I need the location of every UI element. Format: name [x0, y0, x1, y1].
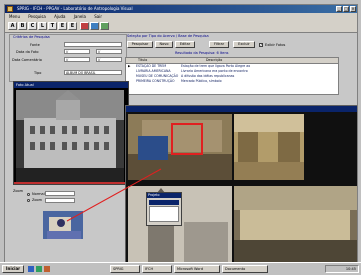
field-label: Fonte	[30, 43, 40, 47]
toolbar-letter-button[interactable]: B	[18, 22, 27, 30]
comment-date-from[interactable]: //	[64, 57, 90, 62]
radio-label: Normal	[32, 192, 45, 196]
taskbar-task[interactable]: IFCH	[142, 265, 172, 273]
field-label: Data da Foto	[16, 50, 39, 54]
taskbar: Iniciar SPRIG IFCH Microsoft Word Docume…	[0, 262, 361, 275]
taskbar-task[interactable]: SPRIG	[110, 265, 140, 273]
toolbar-letter-button[interactable]: T	[48, 22, 57, 30]
zoom-radio-normal[interactable]	[27, 193, 30, 196]
field-label: Data Comentário	[12, 58, 42, 62]
viewer-title-bar	[126, 106, 357, 112]
zoom-label: Zoom	[13, 189, 24, 193]
zoom-radio-zoom[interactable]	[27, 199, 30, 202]
toolbar-letter-button[interactable]: E	[58, 22, 67, 30]
minimize-button[interactable]: _	[336, 6, 342, 12]
toolbar-letter-button[interactable]: L	[38, 22, 47, 30]
photo-date-from[interactable]: //	[64, 49, 90, 54]
toolbar-letter-button[interactable]: C	[28, 22, 37, 30]
menu-item[interactable]: Menu	[9, 14, 20, 19]
photo-date-to[interactable]: //	[96, 49, 122, 54]
delete-button[interactable]: Excluir	[233, 41, 255, 48]
quicklaunch-icon[interactable]	[36, 266, 42, 272]
toolbar-letter-button[interactable]: A	[8, 22, 17, 30]
viewer-photo-2[interactable]	[234, 114, 304, 180]
search-panel-title: Seleção por Tipo do Acervo / Base de Pes…	[127, 34, 209, 38]
comment-date-to[interactable]: //	[96, 57, 122, 62]
show-photos-checkbox[interactable]: ✓	[259, 43, 263, 47]
criteria-title: Critérios de Pesquisa	[13, 35, 50, 39]
close-button[interactable]: ×	[350, 6, 356, 12]
source-field[interactable]	[64, 42, 122, 47]
search-icon[interactable]	[90, 22, 99, 30]
window-title: SPRIG - IFCH - PPGAV - Laboratório de An…	[17, 6, 133, 11]
taskbar-task[interactable]: Documento	[222, 265, 268, 273]
taskbar-task[interactable]: Microsoft Word	[174, 265, 220, 273]
column-header: Descrição	[206, 58, 223, 62]
edit-button[interactable]: Editar	[175, 41, 195, 48]
menu-item[interactable]: Janela	[74, 14, 86, 19]
column-header: Título	[138, 58, 148, 62]
start-button[interactable]: Iniciar	[2, 265, 24, 273]
app-icon	[7, 6, 13, 12]
viewer-photo-4[interactable]	[234, 186, 358, 262]
quicklaunch-icon[interactable]	[44, 266, 50, 272]
criteria-panel: Critérios de Pesquisa Fonte Data da Foto…	[9, 34, 127, 82]
row-desc: Mercado Público, símbolo	[181, 79, 222, 83]
result-title: Resultado da Pesquisa: 6 Itens	[175, 51, 229, 55]
filter-button[interactable]: Filtrar	[209, 41, 229, 48]
main-window: SPRIG - IFCH - PPGAV - Laboratório de An…	[4, 4, 358, 264]
print-icon[interactable]	[100, 22, 109, 30]
title-bar: SPRIG - IFCH - PPGAV - Laboratório de An…	[5, 5, 357, 13]
toolbar: A B C L T E E	[5, 20, 357, 33]
connector-line	[66, 168, 162, 222]
field-label: Tipo	[34, 71, 42, 75]
menu-bar: Menu Pesquisa Ajuda Janela Sair	[5, 13, 357, 20]
show-photos-label: Exibir Fotos	[265, 43, 286, 47]
results-table: Título Descrição ▶ ESTAÇÃO DE TREM Estaç…	[125, 57, 339, 95]
toolbar-letter-button[interactable]: E	[68, 22, 77, 30]
new-button[interactable]: Novo	[155, 41, 173, 48]
record-icon[interactable]	[80, 22, 89, 30]
row-title: PRIMEIRA CONSTRUÇÃO	[136, 79, 175, 83]
menu-item[interactable]: Ajuda	[54, 14, 65, 19]
maximize-button[interactable]: □	[343, 6, 349, 12]
search-button[interactable]: Pesquisar	[127, 41, 153, 48]
table-row[interactable]: PRIMEIRA CONSTRUÇÃO Mercado Público, sím…	[126, 79, 338, 84]
quicklaunch-icon[interactable]	[28, 266, 34, 272]
menu-item[interactable]: Sair	[94, 14, 102, 19]
type-select[interactable]: ÁLBUM DO BRASIL	[64, 70, 122, 75]
photo-window-title: Foto Atual	[14, 82, 128, 88]
system-tray-clock: 10:45	[325, 265, 359, 273]
menu-item[interactable]: Pesquisa	[28, 14, 46, 19]
radio-label: Zoom	[32, 198, 43, 202]
